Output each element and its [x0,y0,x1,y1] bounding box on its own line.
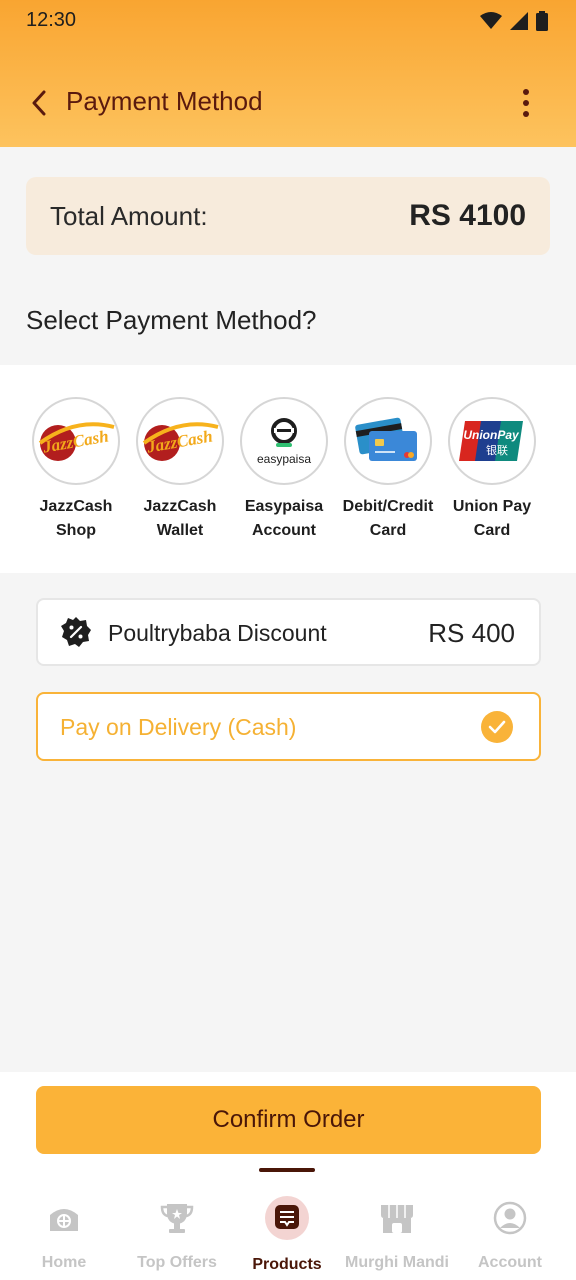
payment-method-unionpay[interactable]: UnionPay 银联 Union Pay Card [440,397,544,543]
signal-icon [510,12,528,30]
nav-label: Top Offers [137,1254,217,1271]
app-header: 12:30 Payment Method [0,0,576,147]
svg-text:UnionPay: UnionPay [463,428,520,442]
payment-method-easypaisa[interactable]: easypaisa Easypaisa Account [232,397,336,543]
nav-item-home[interactable]: Home [6,1198,122,1272]
nav-item-account[interactable]: Account [452,1198,568,1272]
credit-card-icon [344,397,432,485]
discount-badge-icon [61,617,91,647]
back-button[interactable] [24,86,54,120]
more-vertical-icon [523,89,529,95]
chevron-left-icon [32,90,46,116]
battery-icon [536,11,548,31]
jazzcash-logo-icon: JazzCash [136,397,224,485]
discount-value: RS 400 [428,618,515,648]
nav-label: Murghi Mandi [345,1254,449,1271]
nav-label: Home [41,1254,87,1271]
bottom-navigation: Home Top Offers Products Murghi Mandi Ac… [0,1168,576,1280]
confirm-order-button[interactable]: Confirm Order [36,1086,541,1154]
payment-method-label: JazzCash Shop [39,498,113,539]
select-payment-heading: Select Payment Method? [26,305,317,335]
wifi-icon [480,12,502,29]
pay-on-delivery-option[interactable]: Pay on Delivery (Cash) [36,692,541,761]
jazzcash-logo-icon: JazzCash [32,397,120,485]
payment-method-jazzcash-wallet[interactable]: JazzCash JazzCash Wallet [128,397,232,543]
unionpay-logo-icon: UnionPay 银联 [448,397,536,485]
svg-text:银联: 银联 [486,443,508,457]
payment-method-label: Union Pay Card [452,498,532,539]
trophy-icon [157,1198,197,1238]
status-icons [480,11,548,31]
payment-method-label: JazzCash Wallet [143,498,217,539]
discount-label: Poultrybaba Discount [108,620,327,646]
svg-text:easypaisa: easypaisa [257,452,311,466]
status-bar: 12:30 [0,0,576,42]
title-row: Payment Method [0,72,576,134]
nav-item-top-offers[interactable]: Top Offers [119,1198,235,1272]
payment-method-label: Debit/Credit Card [342,498,434,539]
active-tab-indicator [259,1168,315,1172]
payment-methods-list: JazzCash JazzCash Shop JazzCash JazzCash W… [0,365,576,573]
payment-method-label: Easypaisa Account [244,498,324,539]
nav-label: Account [478,1254,542,1271]
payment-method-debit-credit-card[interactable]: Debit/Credit Card [336,397,440,543]
easypaisa-logo-icon: easypaisa [240,397,328,485]
payment-method-jazzcash-shop[interactable]: JazzCash JazzCash Shop [24,397,128,543]
pay-on-delivery-label: Pay on Delivery (Cash) [60,714,297,740]
status-time: 12:30 [26,9,77,31]
total-amount-card: Total Amount: RS 4100 [26,177,550,255]
page-title: Payment Method [66,86,263,116]
nav-label: Products [252,1256,322,1273]
nav-item-murghi-mandi[interactable]: Murghi Mandi [339,1198,455,1272]
total-amount-value: RS 4100 [409,199,526,232]
nav-item-products[interactable]: Products [229,1196,345,1274]
products-icon [265,1196,309,1240]
shop-icon [377,1198,417,1238]
total-amount-label: Total Amount: [50,201,208,231]
account-icon [490,1198,530,1238]
discount-card: Poultrybaba Discount RS 400 [36,598,541,666]
more-options-button[interactable] [514,86,538,120]
check-circle-icon [481,711,513,743]
home-icon [44,1198,84,1238]
